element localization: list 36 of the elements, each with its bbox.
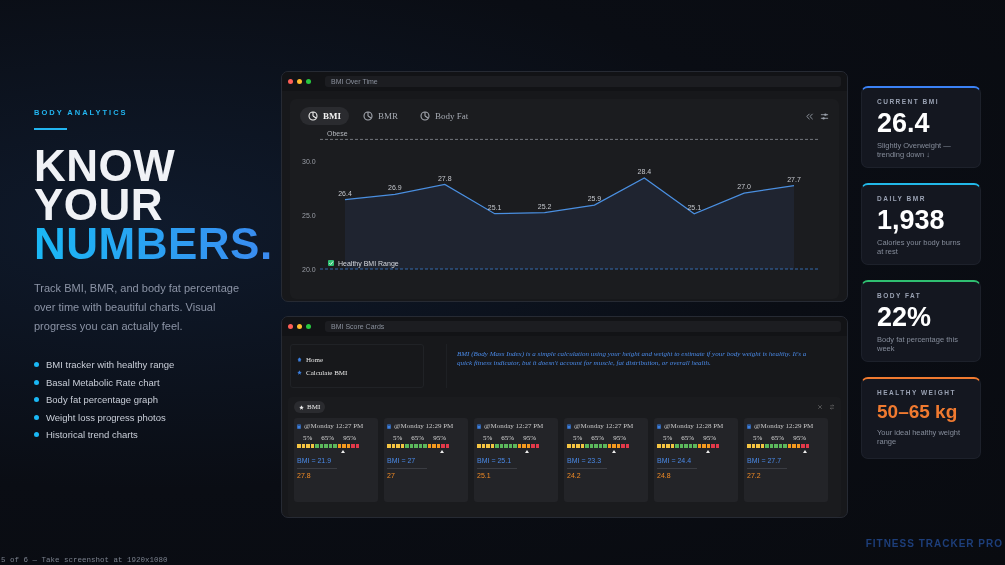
headline: YOUR [34,185,164,224]
stat-value: 50–65 kg [877,400,959,424]
home-icon [297,357,302,362]
pie-icon [420,111,430,121]
calendar-icon [387,423,391,429]
calendar-icon [477,423,481,429]
checkbox-icon [328,260,334,266]
feature-text: Body fat percentage graph [46,393,158,406]
stat-value: 1,938 [877,205,946,235]
bullet-icon [34,379,39,385]
feature-text: Basal Metabolic Rate chart [46,375,160,389]
chart-tab[interactable]: BMR [355,107,406,125]
bullet-icon [34,414,39,420]
collapse-icon[interactable] [805,111,814,121]
calendar-icon [297,423,301,429]
chart-tab[interactable]: Body Fat [412,107,477,125]
calendar-icon [747,423,751,429]
intro-text: Track BMI, BMR, and body fat percentage over time with beautiful charts. Visual progress you can actually feel. [34,281,241,334]
brand-label: FITNESS TRACKER PRO [865,538,1003,549]
bullet-icon [34,397,39,402]
pie-icon [308,111,318,121]
feature-text: Historical trend charts [46,428,138,441]
bullet-icon [34,432,39,437]
pie-icon [363,111,373,121]
stat-value: 26.4 [877,108,931,138]
calendar-icon [567,423,571,429]
chart-tab[interactable]: BMI [300,107,349,125]
headline: KNOW [34,146,176,185]
calendar-icon [657,423,661,429]
bullet-icon [34,362,39,367]
star-icon [299,404,304,410]
star-icon [297,370,302,375]
settings-icon[interactable] [820,111,829,121]
stat-value: 22% [877,302,933,332]
feature-text: Weight loss progress photos [46,410,166,424]
feature-text: BMI tracker with healthy range [46,358,175,371]
